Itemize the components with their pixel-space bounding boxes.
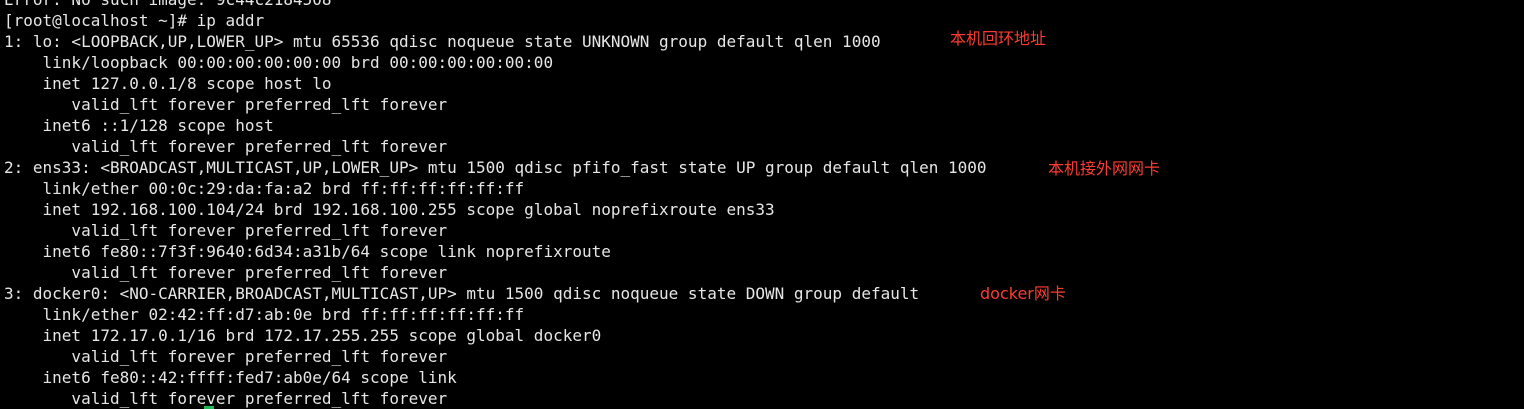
terminal-line: link/loopback 00:00:00:00:00:00 brd 00:0… <box>4 53 554 72</box>
terminal-line-lo-header: 1: lo: <LOOPBACK,UP,LOWER_UP> mtu 65536 … <box>4 32 881 51</box>
terminal-line: link/ether 02:42:ff:d7:ab:0e brd ff:ff:f… <box>4 305 525 324</box>
terminal-line: inet 192.168.100.104/24 brd 192.168.100.… <box>4 200 775 219</box>
terminal-line: inet 127.0.0.1/8 scope host lo <box>4 74 332 93</box>
annotation-loopback: 本机回环地址 <box>950 29 1047 48</box>
terminal-line: inet6 fe80::7f3f:9640:6d34:a31b/64 scope… <box>4 242 611 261</box>
terminal-line: link/ether 00:0c:29:da:fa:a2 brd ff:ff:f… <box>4 179 525 198</box>
terminal-line-ens33-header: 2: ens33: <BROADCAST,MULTICAST,UP,LOWER_… <box>4 158 987 177</box>
terminal-line-docker0-header: 3: docker0: <NO-CARRIER,BROADCAST,MULTIC… <box>4 284 920 303</box>
terminal-window[interactable]: Error: No such image: 9c44c2184508 [root… <box>0 0 1524 409</box>
annotation-ens33: 本机接外网网卡 <box>1048 159 1161 178</box>
terminal-line-error: Error: No such image: 9c44c2184508 <box>4 0 987 10</box>
terminal-line: valid_lft forever preferred_lft forever <box>4 221 448 240</box>
terminal-line: valid_lft forever preferred_lft forever <box>4 389 448 408</box>
annotation-docker0: docker网卡 <box>980 284 1066 303</box>
terminal-line: valid_lft forever preferred_lft forever <box>4 347 448 366</box>
terminal-line-command: [root@localhost ~]# ip addr <box>4 11 265 30</box>
terminal-line: inet6 fe80::42:ffff:fed7:ab0e/64 scope l… <box>4 368 457 387</box>
terminal-line: inet 172.17.0.1/16 brd 172.17.255.255 sc… <box>4 326 602 345</box>
terminal-line: valid_lft forever preferred_lft forever <box>4 263 448 282</box>
terminal-line: valid_lft forever preferred_lft forever <box>4 137 448 156</box>
terminal-output: Error: No such image: 9c44c2184508 [root… <box>4 0 987 409</box>
terminal-line: valid_lft forever preferred_lft forever <box>4 95 448 114</box>
terminal-line: inet6 ::1/128 scope host <box>4 116 274 135</box>
